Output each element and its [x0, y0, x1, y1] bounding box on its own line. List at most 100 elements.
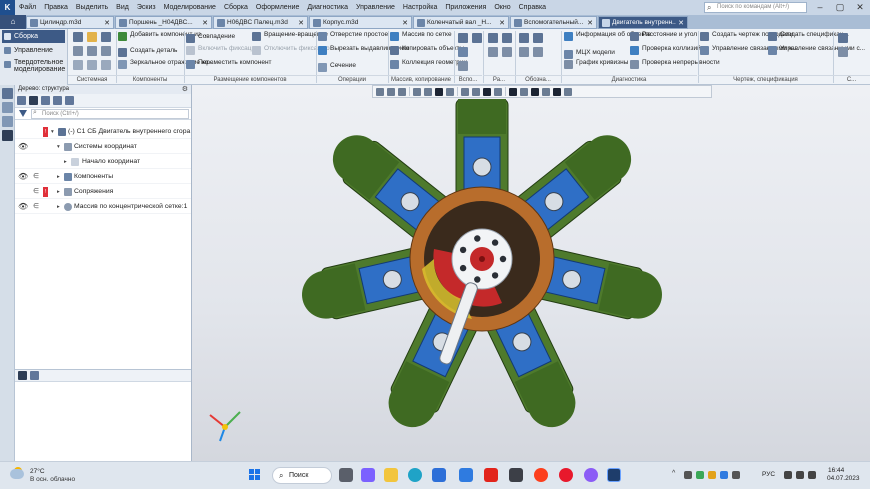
eye-icon[interactable]: 👁	[18, 140, 28, 154]
copy-objects-button[interactable]: Копировать объекты	[390, 45, 464, 55]
curvature-graph-button[interactable]: График кривизны	[564, 59, 628, 69]
mail-icon[interactable]	[459, 468, 473, 482]
battery-icon[interactable]	[808, 471, 816, 479]
alice-icon[interactable]	[584, 468, 598, 482]
tab-document-4[interactable]: Корпус.m3d ✕	[309, 16, 412, 29]
mode-management[interactable]: Управление	[2, 44, 65, 57]
language-indicator[interactable]: РУС	[762, 471, 775, 478]
tray-app-2-icon[interactable]	[708, 471, 716, 479]
tree-node-coordinate-systems[interactable]: 👁 ▾ Системы координат	[15, 140, 191, 154]
menu-design[interactable]: Оформление	[252, 4, 303, 11]
tab-document-2[interactable]: Поршень _Н04ДВС... ✕	[115, 16, 212, 29]
array-grid-button[interactable]: Массив по сетке	[390, 31, 452, 41]
measure-icon[interactable]	[564, 87, 572, 96]
tab-document-6[interactable]: Вспомогательный... ✕	[510, 16, 597, 29]
edge-browser-icon[interactable]	[408, 468, 422, 482]
weather-widget[interactable]: 27°C В осн. облачно	[10, 467, 120, 487]
paste-icon[interactable]	[101, 46, 111, 56]
menu-diagnostics[interactable]: Диагностика	[303, 4, 352, 11]
undo-icon[interactable]	[87, 60, 97, 70]
mirror-component-button[interactable]: Зеркальное отражение ко...	[118, 59, 214, 69]
microphone-icon[interactable]	[732, 471, 740, 479]
collapse-arrow-icon[interactable]: ▾	[51, 125, 54, 139]
tray-app-icon[interactable]	[696, 471, 704, 479]
aux-axis-icon[interactable]	[458, 47, 468, 57]
tree-search-input[interactable]: ⌕ Поиск (Ctrl+/)	[31, 109, 189, 119]
menu-edit[interactable]: Правка	[40, 4, 72, 11]
yandex-icon[interactable]	[484, 468, 498, 482]
layers-panel-icon[interactable]	[2, 130, 13, 141]
maximize-button[interactable]: ▢	[830, 0, 850, 15]
menu-modeling[interactable]: Моделирование	[160, 4, 220, 11]
close-tab-icon[interactable]: ✕	[202, 19, 208, 27]
close-tab-icon[interactable]: ✕	[678, 19, 684, 27]
display-mode-icon[interactable]	[461, 87, 469, 96]
command-search-input[interactable]: ⌕ Поиск по командам (Alt+/)	[704, 2, 807, 13]
onedrive-icon[interactable]	[684, 471, 692, 479]
zoom-fit-icon[interactable]	[376, 87, 384, 96]
base-icon[interactable]	[519, 47, 529, 57]
close-tab-icon[interactable]: ✕	[587, 19, 593, 27]
variables-panel-icon[interactable]	[2, 116, 13, 127]
view-filter-icon[interactable]	[531, 87, 539, 96]
pan-icon[interactable]	[413, 87, 421, 96]
menu-file[interactable]: Файл	[15, 4, 40, 11]
new-document-icon[interactable]	[73, 32, 83, 42]
chat-icon[interactable]	[361, 468, 375, 482]
tree-node-assembly-root[interactable]: ! ▾ (-) С1 СБ Двигатель внутреннего сгор…	[15, 125, 191, 139]
aux-sketch-icon[interactable]	[472, 33, 482, 43]
menu-view[interactable]: Вид	[112, 4, 133, 11]
tree-options-icon[interactable]	[65, 96, 74, 105]
extra-tool-icon[interactable]	[838, 33, 848, 43]
tab-document-3[interactable]: Н06ДВС Палец.m3d ✕	[213, 16, 308, 29]
enable-fixation-button[interactable]: Включить фиксацию	[186, 45, 260, 55]
eye-icon[interactable]: 👁	[18, 200, 28, 214]
bluetooth-icon[interactable]	[720, 471, 728, 479]
linked-drawings-button[interactable]: Управление связанными ч...	[700, 45, 797, 55]
linked-specs-button[interactable]: Управление связанными с...	[768, 45, 865, 55]
copy-icon[interactable]	[87, 46, 97, 56]
close-tab-icon[interactable]: ✕	[298, 19, 304, 27]
section-button[interactable]: Сечение	[318, 62, 376, 72]
minimize-button[interactable]: –	[810, 0, 830, 15]
filter-icon[interactable]	[19, 110, 27, 117]
close-tab-icon[interactable]: ✕	[402, 19, 408, 27]
close-tab-icon[interactable]: ✕	[499, 19, 505, 27]
expand-arrow-icon[interactable]: ▸	[57, 170, 60, 184]
geometry-collection-button[interactable]: Коллекция геометрии	[390, 59, 467, 69]
collision-check-button[interactable]: Проверка коллизий	[630, 45, 701, 55]
print-icon[interactable]	[73, 46, 83, 56]
open-folder-icon[interactable]	[87, 32, 97, 42]
roughness-icon[interactable]	[519, 33, 529, 43]
file-explorer-icon[interactable]	[384, 468, 398, 482]
clock-date[interactable]: 04.07.2023	[827, 475, 860, 482]
collapse-arrow-icon[interactable]: ▾	[57, 140, 60, 154]
tree-panel-icon[interactable]	[2, 88, 13, 99]
menu-management[interactable]: Управление	[352, 4, 399, 11]
properties-icon[interactable]	[73, 60, 83, 70]
windows-start-icon[interactable]	[249, 469, 261, 481]
fixation-icon[interactable]: ∈	[33, 185, 39, 199]
shaded-icon[interactable]	[483, 87, 491, 96]
wifi-icon[interactable]	[784, 471, 792, 479]
zoom-window-icon[interactable]	[387, 87, 395, 96]
continuity-check-button[interactable]: Проверка непрерывности	[630, 59, 720, 69]
menu-window[interactable]: Окно	[490, 4, 514, 11]
menu-assembly[interactable]: Сборка	[220, 4, 252, 11]
expand-arrow-icon[interactable]: ▸	[57, 200, 60, 214]
tab-document-7-active[interactable]: Двигатель внутренн... ✕	[598, 16, 688, 29]
create-spec-button[interactable]: Создать спецификац...	[768, 31, 849, 41]
yandex-browser-icon[interactable]	[534, 468, 548, 482]
disable-fixation-button[interactable]: Отключить фиксацию	[252, 45, 330, 55]
gear-icon[interactable]: ⚙	[182, 85, 188, 94]
eye-icon[interactable]: 👁	[18, 170, 28, 184]
menu-sketch[interactable]: Эскиз	[133, 4, 160, 11]
angle-dim-icon[interactable]	[502, 33, 512, 43]
diameter-dim-icon[interactable]	[502, 47, 512, 57]
tree-bottom-structure-icon[interactable]	[18, 371, 27, 380]
dimension-icon[interactable]	[488, 33, 498, 43]
store-icon[interactable]	[432, 468, 446, 482]
create-part-button[interactable]: Создать деталь	[118, 47, 182, 57]
rotate-icon[interactable]	[424, 87, 432, 96]
fixation-icon[interactable]: ∈	[33, 170, 39, 184]
